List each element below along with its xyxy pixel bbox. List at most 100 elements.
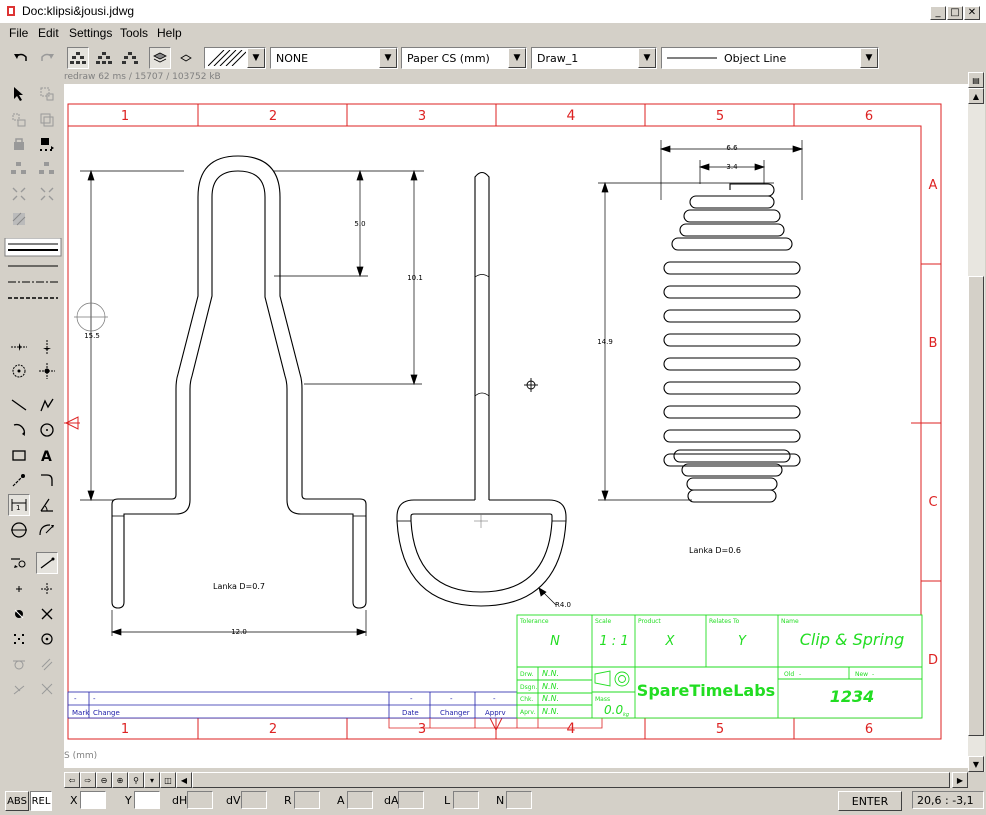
chevron-down-icon[interactable]: ▼	[860, 48, 878, 68]
chevron-down-icon[interactable]: ▼	[508, 48, 526, 68]
n-input[interactable]	[506, 791, 532, 809]
polyline-tool-icon[interactable]	[36, 394, 58, 416]
block-insert-icon[interactable]	[36, 133, 58, 155]
zoom-menu-icon[interactable]: ▾	[144, 772, 160, 788]
da-input[interactable]	[398, 791, 424, 809]
copy-icon[interactable]	[36, 109, 58, 131]
zoom-in-icon[interactable]: ⊕	[112, 772, 128, 788]
layers-icon[interactable]	[149, 47, 171, 69]
text-tool-icon[interactable]: A	[36, 444, 58, 466]
x-input[interactable]	[80, 791, 106, 809]
undo-icon[interactable]	[10, 47, 32, 69]
chevron-down-icon[interactable]: ▼	[379, 48, 397, 68]
snap-perpendicular-icon[interactable]	[8, 678, 30, 700]
layer-select[interactable]: Draw_1 ▼	[531, 47, 657, 69]
point-tool-icon[interactable]	[8, 578, 30, 600]
tb-chk-label: Chk.	[520, 696, 533, 703]
snap-tangent-icon[interactable]	[8, 653, 30, 675]
radius-dimension-icon[interactable]	[36, 519, 58, 541]
layer-toggle-icon[interactable]	[175, 47, 197, 69]
dim-clip-total: 10.1	[407, 274, 423, 282]
horizontal-scroll-thumb[interactable]	[192, 772, 950, 788]
menu-file[interactable]: File	[9, 26, 28, 40]
group-icon[interactable]	[8, 158, 30, 180]
redo-icon[interactable]	[36, 47, 58, 69]
expand-icon[interactable]	[36, 183, 58, 205]
angle-dimension-icon[interactable]	[36, 494, 58, 516]
snap-midpoint-icon[interactable]	[8, 628, 30, 650]
vertical-scroll-thumb[interactable]	[968, 276, 984, 736]
linetype-select[interactable]: Object Line ▼	[661, 47, 879, 69]
tb-aprv-value: N.N.	[542, 707, 559, 716]
menu-edit[interactable]: Edit	[38, 26, 59, 40]
rectangle-tool-icon[interactable]	[8, 444, 30, 466]
col-label: 6	[865, 109, 873, 124]
vertical-guide-icon[interactable]	[36, 336, 58, 358]
snap-tree-icon[interactable]	[93, 47, 115, 69]
circle-tool-icon[interactable]	[36, 419, 58, 441]
extend-tool-icon[interactable]	[36, 552, 58, 574]
menu-settings[interactable]: Settings	[69, 26, 112, 40]
horizontal-guide-icon[interactable]	[8, 336, 30, 358]
snap-grid-icon[interactable]	[67, 47, 89, 69]
scroll-down-icon[interactable]: ▼	[968, 756, 984, 772]
menu-help[interactable]: Help	[157, 26, 182, 40]
abs-toggle[interactable]: ABS	[5, 791, 29, 811]
split-icon[interactable]: ▤	[968, 72, 984, 88]
coord-system-select[interactable]: Paper CS (mm) ▼	[401, 47, 527, 69]
snap-parallel-icon[interactable]	[36, 653, 58, 675]
fillet-tool-icon[interactable]	[36, 469, 58, 491]
nav-prev-icon[interactable]: ⇦	[64, 772, 80, 788]
close-button[interactable]: ✕	[964, 6, 980, 20]
da-label: dA	[384, 794, 399, 807]
shrink-icon[interactable]	[8, 183, 30, 205]
lock-icon[interactable]	[8, 133, 30, 155]
minimize-button[interactable]: _	[930, 6, 946, 20]
grid-point-icon[interactable]	[36, 578, 58, 600]
dim-radius: R4.0	[555, 601, 571, 609]
scroll-right-icon[interactable]: ▶	[952, 772, 968, 788]
snap-point-icon[interactable]	[36, 360, 58, 382]
page-view-icon[interactable]: ◫	[160, 772, 176, 788]
hatch-icon[interactable]	[8, 208, 30, 230]
zoom-window-icon[interactable]: ⚲	[128, 772, 144, 788]
scroll-left-icon[interactable]: ◀	[176, 772, 192, 788]
circle-center-icon[interactable]	[8, 360, 30, 382]
snap-end-icon[interactable]	[8, 603, 30, 625]
menu-tools[interactable]: Tools	[120, 26, 148, 40]
leader-tool-icon[interactable]	[8, 469, 30, 491]
ungroup-icon[interactable]	[36, 158, 58, 180]
select-arrow-icon[interactable]	[8, 83, 30, 105]
drawing-canvas[interactable]: 1 2 3 4 5 6 1 2 3 4 5 6 A B C D 15.5 5.0…	[64, 84, 968, 768]
rel-toggle[interactable]: REL	[30, 791, 52, 811]
chevron-down-icon[interactable]: ▼	[247, 48, 265, 68]
dimension-tool-icon[interactable]: 1	[8, 494, 30, 516]
snap-intersection-icon[interactable]	[36, 603, 58, 625]
chevron-down-icon[interactable]: ▼	[638, 48, 656, 68]
dv-input[interactable]	[241, 791, 267, 809]
snap-nearest-icon[interactable]	[36, 678, 58, 700]
r-input[interactable]	[294, 791, 320, 809]
horizontal-scrollbar[interactable]: ⇦ ⇨ ⊖ ⊕ ⚲ ▾ ◫ ◀ ▶	[64, 772, 968, 788]
maximize-button[interactable]: □	[947, 6, 963, 20]
scroll-up-icon[interactable]: ▲	[968, 88, 984, 104]
a-input[interactable]	[347, 791, 373, 809]
l-input[interactable]	[453, 791, 479, 809]
trim-tool-icon[interactable]	[8, 552, 30, 574]
vertical-scrollbar[interactable]: ▤ ▲ ▼	[968, 72, 985, 772]
pattern-select[interactable]: ▼	[204, 47, 266, 69]
select-window-icon[interactable]	[36, 83, 58, 105]
enter-button[interactable]: ENTER	[838, 791, 902, 811]
y-input[interactable]	[134, 791, 160, 809]
dh-input[interactable]	[187, 791, 213, 809]
fill-select[interactable]: NONE ▼	[270, 47, 398, 69]
move-icon[interactable]	[8, 109, 30, 131]
snap-center-icon[interactable]	[36, 628, 58, 650]
nav-next-icon[interactable]: ⇨	[80, 772, 96, 788]
line-tool-icon[interactable]	[8, 394, 30, 416]
zoom-out-icon[interactable]: ⊖	[96, 772, 112, 788]
arc-tool-icon[interactable]	[8, 419, 30, 441]
snap-hierarchy-icon[interactable]	[119, 47, 141, 69]
line-weight-samples[interactable]	[4, 238, 62, 308]
diameter-dimension-icon[interactable]	[8, 519, 30, 541]
